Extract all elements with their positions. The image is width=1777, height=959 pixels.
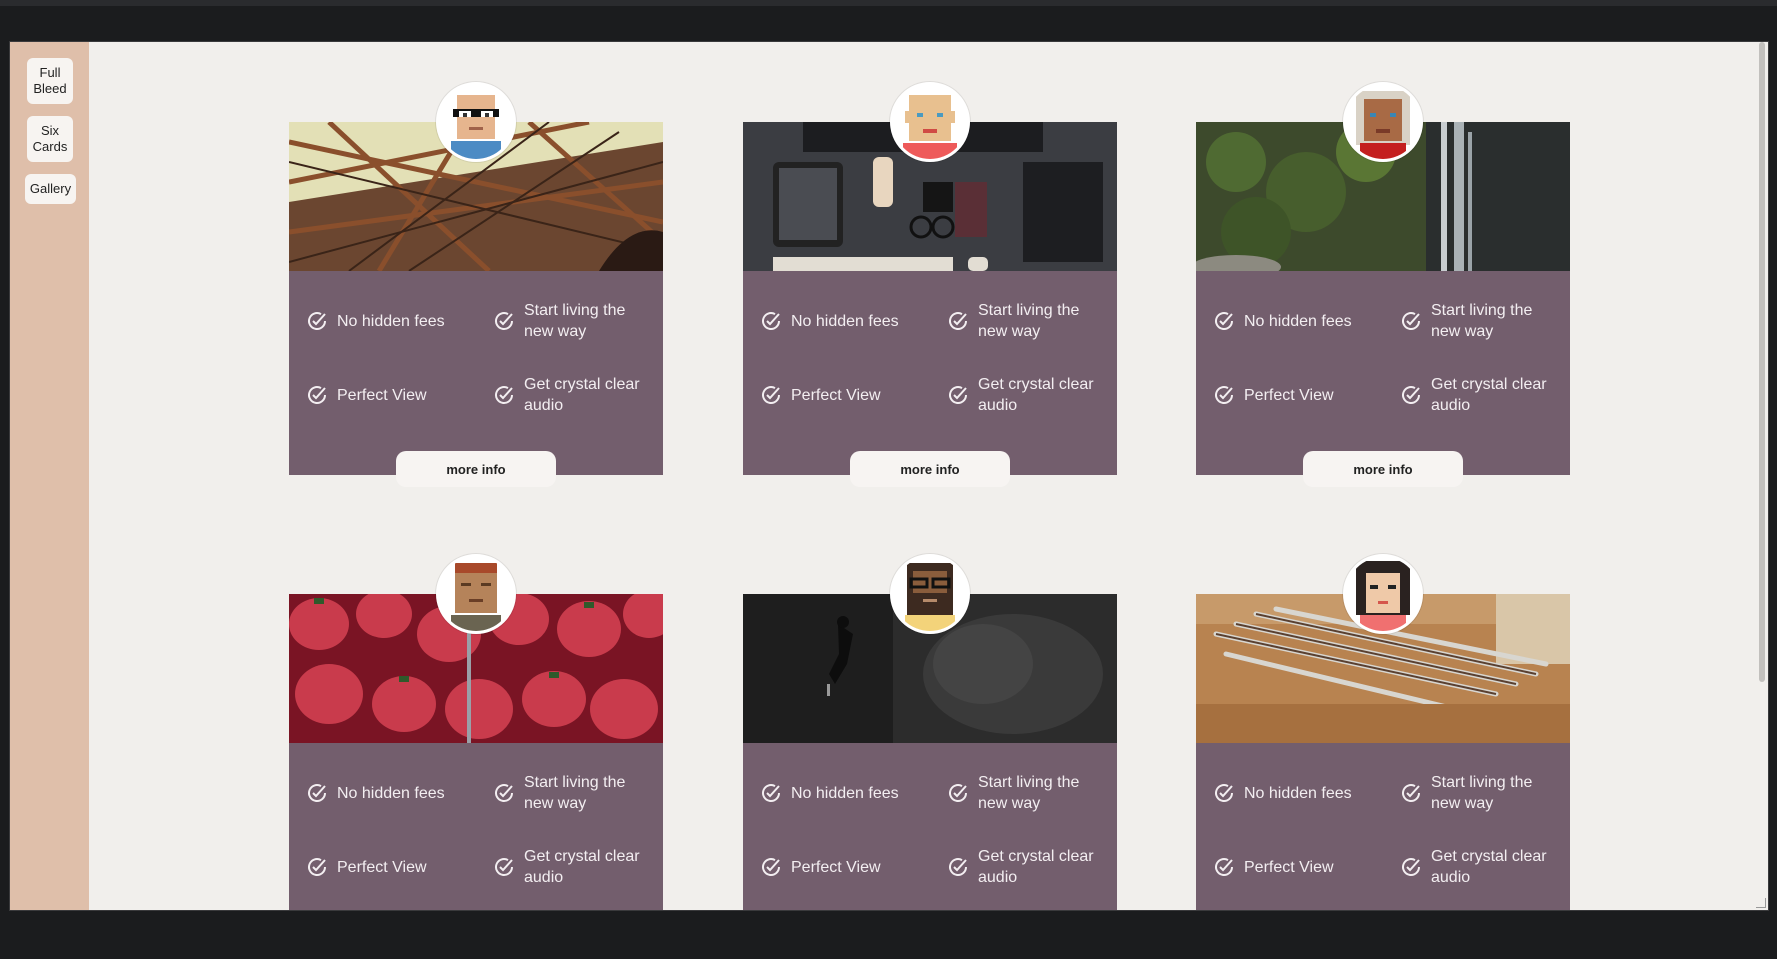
card: No hidden fees Start living the new way … [289,82,663,487]
woman-avatar [1343,82,1423,162]
bald-man-avatar [890,82,970,162]
check-circle-icon [308,312,327,330]
feature-item: No hidden fees [305,309,467,333]
check-circle-icon [495,784,514,802]
card: No hidden fees Start living the new way … [289,554,663,910]
feature-item: No hidden fees [1212,781,1374,805]
card-panel: No hidden fees Start living the new way … [289,743,663,910]
card-panel: No hidden fees Start living the new way … [743,271,1117,487]
feature-item: Start living the new way [1399,772,1561,814]
check-circle-icon [1402,386,1421,404]
feature-item: Start living the new way [492,300,654,342]
check-circle-icon [1402,858,1421,876]
feature-item: Perfect View [1212,855,1374,879]
more-info-button[interactable]: more info [396,451,556,487]
bearded-man-avatar [890,554,970,634]
feature-item: Perfect View [305,855,467,879]
nav-gallery-button[interactable]: Gallery [25,174,76,204]
feature-item: Get crystal clear audio [1399,374,1561,416]
card-panel: No hidden fees Start living the new way … [1196,743,1570,910]
card: No hidden fees Start living the new way … [743,554,1117,910]
check-circle-icon [949,784,968,802]
check-circle-icon [1215,784,1234,802]
feature-item: Start living the new way [492,772,654,814]
check-circle-icon [1402,312,1421,330]
resize-grip-icon[interactable] [1756,898,1766,908]
feature-item: No hidden fees [1212,309,1374,333]
feature-item: No hidden fees [759,309,921,333]
check-circle-icon [1402,784,1421,802]
check-circle-icon [495,312,514,330]
check-circle-icon [495,386,514,404]
card: No hidden fees Start living the new way … [1196,554,1570,910]
nav-full-bleed-button[interactable]: Full Bleed [27,58,73,104]
feature-item: Get crystal clear audio [492,374,654,416]
feature-item: Start living the new way [1399,300,1561,342]
check-circle-icon [762,312,781,330]
check-circle-icon [1215,858,1234,876]
feature-item: Get crystal clear audio [492,846,654,888]
feature-item: Get crystal clear audio [1399,846,1561,888]
check-circle-icon [762,386,781,404]
card-panel: No hidden fees Start living the new way … [289,271,663,487]
redhair-man-avatar [436,554,516,634]
scrollbar-thumb[interactable] [1759,42,1765,682]
card: No hidden fees Start living the new way … [1196,82,1570,487]
more-info-button[interactable]: more info [1303,451,1463,487]
feature-item: Perfect View [1212,383,1374,407]
feature-item: Get crystal clear audio [946,374,1108,416]
check-circle-icon [308,784,327,802]
card: No hidden fees Start living the new way … [743,82,1117,487]
feature-item: No hidden fees [305,781,467,805]
nav-six-cards-button[interactable]: Six Cards [27,116,73,162]
check-circle-icon [949,858,968,876]
check-circle-icon [949,312,968,330]
check-circle-icon [1215,386,1234,404]
glasses-man-avatar [436,82,516,162]
feature-item: Start living the new way [946,772,1108,814]
window-top-bar [0,0,1777,6]
feature-item: Perfect View [759,383,921,407]
check-circle-icon [762,784,781,802]
darkhair-woman-avatar [1343,554,1423,634]
check-circle-icon [495,858,514,876]
check-circle-icon [1215,312,1234,330]
feature-item: No hidden fees [759,781,921,805]
feature-item: Perfect View [759,855,921,879]
card-panel: No hidden fees Start living the new way … [1196,271,1570,487]
app-window: Full Bleed Six Cards Gallery No hidden f… [9,41,1769,911]
sidebar: Full Bleed Six Cards Gallery [10,42,89,910]
check-circle-icon [762,858,781,876]
card-panel: No hidden fees Start living the new way … [743,743,1117,910]
check-circle-icon [308,386,327,404]
feature-item: Start living the new way [946,300,1108,342]
check-circle-icon [949,386,968,404]
check-circle-icon [308,858,327,876]
more-info-button[interactable]: more info [850,451,1010,487]
feature-item: Perfect View [305,383,467,407]
feature-item: Get crystal clear audio [946,846,1108,888]
vertical-scrollbar[interactable] [1756,42,1768,910]
